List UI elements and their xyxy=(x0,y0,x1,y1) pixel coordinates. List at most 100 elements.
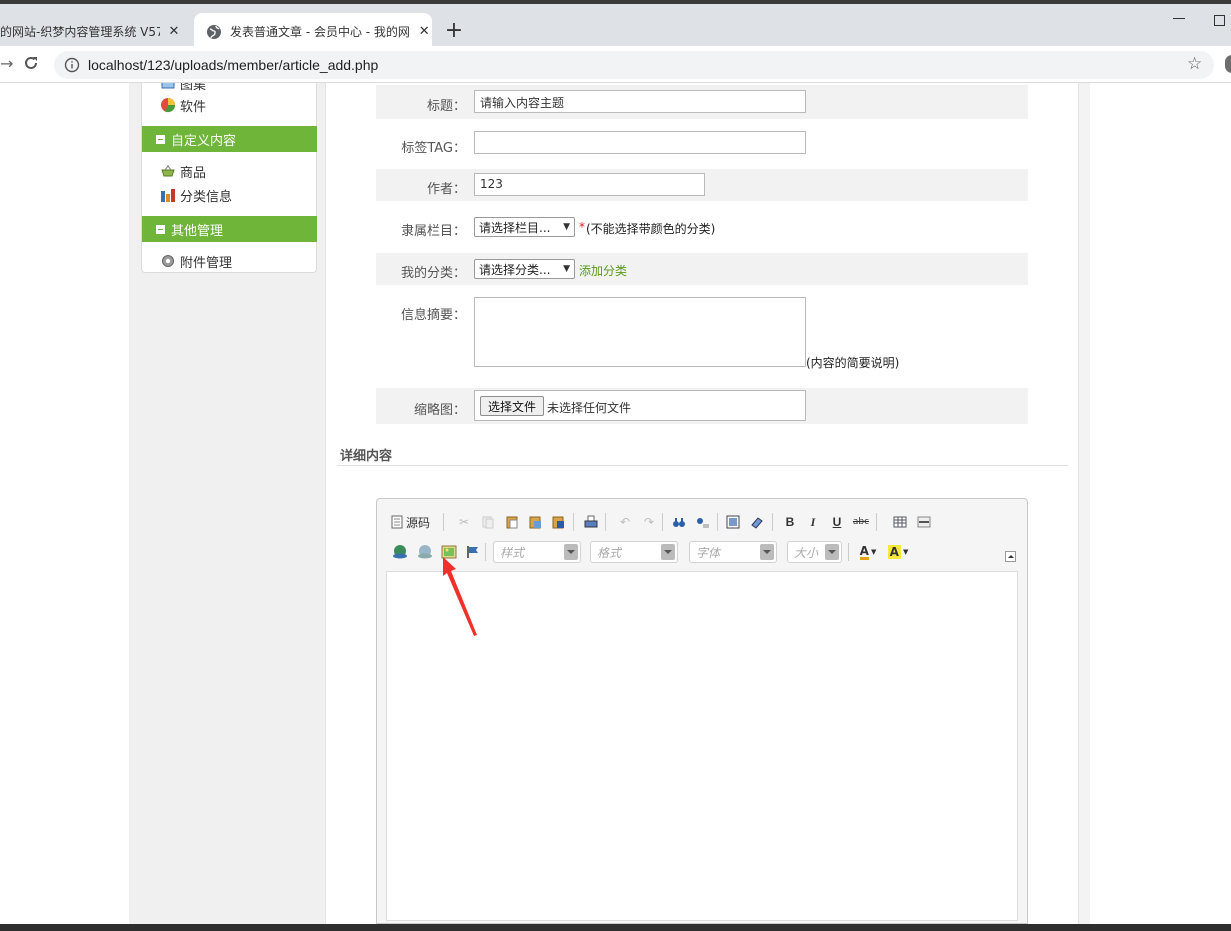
collapse-icon xyxy=(156,134,165,144)
add-category-link[interactable]: 添加分类 xyxy=(579,262,627,279)
paste-word-icon[interactable] xyxy=(549,513,567,531)
chevron-down-icon: ▼ xyxy=(563,264,570,274)
tag-label: 标签TAG： xyxy=(401,141,466,156)
editor-toolbar: 源码 ✂ ↶ ↷ B I U abc 样式 格式 字体 大小 A ▼ A ▼ xyxy=(385,509,1021,571)
form-row-author: 作者： 123 xyxy=(376,169,1028,201)
column-label: 隶属栏目： xyxy=(400,224,466,239)
tag-input[interactable] xyxy=(474,131,806,154)
italic-button[interactable]: I xyxy=(804,513,822,531)
form-row-thumbnail: 缩略图： 选择文件 未选择任何文件 xyxy=(376,388,1028,424)
sidebar-item-label: 分类信息 xyxy=(180,189,233,205)
mycategory-select[interactable]: 请选择分类... ▼ xyxy=(474,259,575,279)
source-button[interactable]: 源码 xyxy=(391,513,437,531)
source-label: 源码 xyxy=(406,515,431,530)
url-text[interactable]: localhost/123/uploads/member/article_add… xyxy=(88,57,378,73)
sidebar-item-classified[interactable]: 分类信息 xyxy=(160,185,232,205)
minimize-icon[interactable] xyxy=(1173,18,1185,19)
replace-icon[interactable] xyxy=(694,513,712,531)
source-icon xyxy=(391,515,403,529)
sidebar-item-images[interactable]: 图集 xyxy=(160,83,206,93)
font-combo-label: 字体 xyxy=(696,546,721,560)
profile-avatar[interactable] xyxy=(1225,55,1231,73)
unlink-icon[interactable] xyxy=(416,543,434,561)
column-select[interactable]: 请选择栏目... ▼ xyxy=(474,217,575,237)
taskbar-edge xyxy=(0,924,1231,931)
basket-icon xyxy=(160,163,176,179)
tab-title: 的网站-织梦内容管理系统 V57 xyxy=(0,25,160,39)
choose-file-button[interactable]: 选择文件 xyxy=(480,396,545,416)
redo-icon[interactable]: ↷ xyxy=(640,513,658,531)
editor-content-area[interactable] xyxy=(386,571,1018,921)
sidebar-item-label: 附件管理 xyxy=(180,255,233,271)
summary-label: 信息摘要： xyxy=(400,308,466,323)
link-icon[interactable] xyxy=(391,543,409,561)
eraser-icon[interactable] xyxy=(748,513,766,531)
summary-textarea[interactable] xyxy=(474,297,806,367)
sidebar-section-label: 其他管理 xyxy=(171,223,224,239)
background-color-button[interactable]: A ▼ xyxy=(885,543,911,561)
address-bar[interactable]: localhost/123/uploads/member/article_add… xyxy=(54,51,1214,79)
tab-article-add[interactable]: 发表普通文章 - 会员中心 - 我的网 ✕ xyxy=(194,13,432,50)
divider xyxy=(485,543,486,561)
paste-text-icon[interactable] xyxy=(526,513,544,531)
form-row-tag: 标签TAG： xyxy=(376,127,1028,161)
browser-toolbar: → localhost/123/uploads/member/article_a… xyxy=(0,46,1231,83)
find-icon[interactable] xyxy=(670,513,688,531)
divider xyxy=(848,543,849,561)
paste-icon[interactable] xyxy=(503,513,521,531)
divider xyxy=(573,513,574,531)
style-combo[interactable]: 样式 xyxy=(493,541,581,563)
chevron-down-icon xyxy=(564,544,578,560)
title-input[interactable]: 请输入内容主题 xyxy=(474,90,806,113)
underline-button[interactable]: U xyxy=(828,513,846,531)
form-row-title: 标题： 请输入内容主题 xyxy=(376,85,1028,119)
undo-icon[interactable]: ↶ xyxy=(616,513,634,531)
member-sidebar: 图集 软件 自定义内容 商品 分类信息 其他管理 附件管理 xyxy=(141,83,317,273)
maximize-icon[interactable] xyxy=(1214,15,1225,26)
column-select-value: 请选择栏目... xyxy=(479,220,551,235)
sidebar-section-custom[interactable]: 自定义内容 xyxy=(142,126,317,152)
thumbnail-label: 缩略图： xyxy=(413,403,466,418)
reload-icon[interactable] xyxy=(22,54,40,72)
mycategory-select-value: 请选择分类... xyxy=(479,262,551,277)
software-icon xyxy=(160,97,176,113)
chevron-down-icon xyxy=(661,544,675,560)
select-all-icon[interactable] xyxy=(724,513,742,531)
column-note: (不能选择带颜色的分类) xyxy=(586,222,716,236)
format-combo[interactable]: 格式 xyxy=(590,541,678,563)
collapse-toolbar-icon[interactable] xyxy=(1005,551,1016,562)
divider xyxy=(337,465,1068,466)
bold-button[interactable]: B xyxy=(781,513,799,531)
close-tab-icon[interactable]: ✕ xyxy=(166,24,182,39)
chevron-down-icon xyxy=(760,544,774,560)
size-combo[interactable]: 大小 xyxy=(787,541,842,563)
forward-icon[interactable]: → xyxy=(0,54,13,73)
sidebar-section-other[interactable]: 其他管理 xyxy=(142,216,317,242)
gear-icon xyxy=(160,253,176,269)
strikethrough-button[interactable]: abc xyxy=(852,513,870,531)
red-arrow-annotation xyxy=(443,557,477,636)
cut-icon[interactable]: ✂ xyxy=(455,513,473,531)
divider xyxy=(772,513,773,531)
form-row-mycategory: 我的分类： 请选择分类... ▼ 添加分类 xyxy=(376,253,1028,285)
right-column xyxy=(1078,83,1090,924)
sidebar-item-goods[interactable]: 商品 xyxy=(160,161,206,181)
info-icon[interactable] xyxy=(64,57,80,73)
author-label: 作者： xyxy=(426,182,466,197)
sidebar-item-software[interactable]: 软件 xyxy=(160,95,206,115)
author-input[interactable]: 123 xyxy=(474,173,705,196)
copy-icon[interactable] xyxy=(479,513,497,531)
thumbnail-file-input[interactable]: 选择文件 未选择任何文件 xyxy=(474,390,806,421)
bookmark-star-icon[interactable]: ☆ xyxy=(1187,54,1202,74)
font-combo[interactable]: 字体 xyxy=(689,541,777,563)
detail-section-title: 详细内容 xyxy=(340,449,393,464)
print-icon[interactable] xyxy=(582,513,600,531)
new-tab-button[interactable]: + xyxy=(444,20,464,43)
table-icon[interactable] xyxy=(891,513,909,531)
horizontal-rule-icon[interactable] xyxy=(915,513,933,531)
font-color-button[interactable]: A ▼ xyxy=(855,543,881,561)
sidebar-item-attachments[interactable]: 附件管理 xyxy=(160,251,232,271)
sidebar-item-label: 商品 xyxy=(180,165,207,181)
close-tab-icon[interactable]: ✕ xyxy=(416,24,432,39)
tab-dedecms-home[interactable]: 的网站-织梦内容管理系统 V57 ✕ xyxy=(0,13,192,50)
